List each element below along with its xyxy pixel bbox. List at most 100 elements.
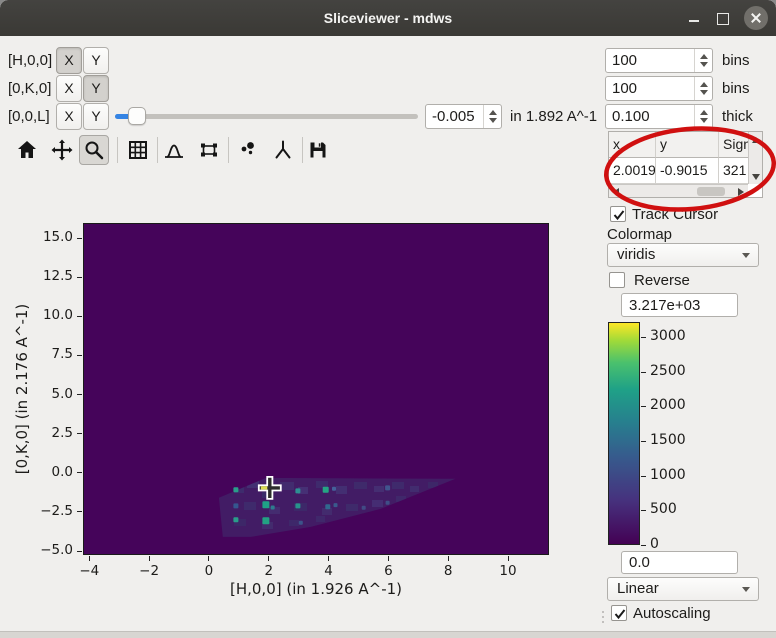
- y-tick-label: 2.5: [52, 425, 73, 441]
- scrollbar-thumb[interactable]: [697, 187, 725, 196]
- slider-handle[interactable]: [128, 107, 146, 125]
- table-header-cell: x: [609, 132, 656, 158]
- signal-peak-pixel: [299, 521, 303, 525]
- zoom-icon[interactable]: [82, 138, 106, 162]
- x-tick-label: 0: [189, 563, 229, 579]
- bins-label-2: bins: [722, 76, 750, 101]
- table-header-cell: Signal: [719, 132, 750, 158]
- colorbar-tick-label: 1500: [650, 432, 686, 448]
- window-title: Sliceviewer - mdws: [0, 0, 776, 36]
- bins-y-spinbox[interactable]: [605, 76, 713, 101]
- sliceviewer-window: Sliceviewer - mdws [H,0,0] X Y [0,K,0] X…: [0, 0, 776, 638]
- splitter-grip[interactable]: [602, 611, 606, 623]
- maximize-button[interactable]: [710, 6, 734, 30]
- y-tick-label: −5.0: [40, 542, 73, 558]
- heatmap-canvas[interactable]: [84, 224, 550, 556]
- chevron-down-icon: [742, 253, 750, 258]
- colorbar-max-field[interactable]: [621, 293, 738, 317]
- heatmap-plot[interactable]: [83, 223, 549, 555]
- autoscaling-checkbox[interactable]: [611, 605, 627, 621]
- colorbar-min-field[interactable]: [621, 551, 738, 574]
- slice-value-input[interactable]: [432, 105, 481, 128]
- colormap-value: viridis: [617, 244, 655, 266]
- cursor-table-header: xySignal: [609, 132, 762, 158]
- signal-peak-pixel: [295, 503, 300, 508]
- reverse-checkbox[interactable]: [609, 272, 625, 288]
- h00-x-button[interactable]: X: [56, 47, 82, 74]
- x-axis-label: [H,0,0] (in 1.926 A^-1): [166, 580, 466, 598]
- scale-dropdown[interactable]: Linear: [607, 577, 759, 601]
- colorbar-tick-label: 0: [650, 536, 659, 552]
- h00-y-button[interactable]: Y: [83, 47, 109, 74]
- y-tick-label: 10.0: [43, 307, 73, 323]
- toolbar-separator: [228, 137, 229, 163]
- toolbar-separator: [117, 137, 118, 163]
- track-cursor-label: Track Cursor: [632, 206, 718, 223]
- x-tick-mark: [388, 556, 389, 561]
- colorbar[interactable]: [608, 322, 640, 545]
- slider-groove[interactable]: [115, 114, 418, 119]
- close-button[interactable]: [744, 6, 768, 30]
- thickness-input[interactable]: [612, 105, 692, 128]
- x-tick-label: 10: [488, 563, 528, 579]
- signal-peak-pixel: [332, 487, 336, 491]
- title-bar[interactable]: Sliceviewer - mdws: [0, 0, 776, 36]
- signal-peak-pixel: [362, 506, 366, 510]
- spin-arrows[interactable]: [694, 105, 712, 128]
- colormap-dropdown[interactable]: viridis: [607, 243, 759, 267]
- grid-icon[interactable]: [126, 138, 150, 162]
- colorbar-tick-label: 3000: [650, 328, 686, 344]
- spin-arrows[interactable]: [483, 105, 501, 128]
- slice-unit-label: in 1.892 A^-1: [510, 104, 597, 129]
- y-tick-mark: [77, 551, 82, 552]
- 0k0-x-button[interactable]: X: [56, 75, 82, 102]
- table-header-cell: y: [656, 132, 719, 158]
- y-tick-mark: [77, 316, 82, 317]
- y-tick-mark: [77, 472, 82, 473]
- bins-x-input[interactable]: [612, 49, 692, 72]
- slice-slider[interactable]: [115, 103, 418, 130]
- table-vertical-scrollbar[interactable]: [748, 132, 762, 184]
- bins-y-input[interactable]: [612, 77, 692, 100]
- slice-value-spinbox[interactable]: [425, 104, 502, 129]
- colorbar-min-input[interactable]: [629, 552, 734, 573]
- signal-peak-pixel: [262, 517, 269, 524]
- region-selection-icon[interactable]: [197, 138, 221, 162]
- reverse-label: Reverse: [634, 272, 690, 289]
- y-tick-label: 12.5: [43, 268, 73, 284]
- signal-peak-pixel: [262, 501, 269, 508]
- 00l-x-button[interactable]: X: [56, 103, 82, 130]
- colorbar-tick-mark: [641, 441, 646, 442]
- x-tick-mark: [508, 556, 509, 561]
- nonorthogonal-axes-icon[interactable]: [271, 138, 295, 162]
- 00l-y-button[interactable]: Y: [83, 103, 109, 130]
- dim-label-h00: [H,0,0]: [8, 47, 52, 74]
- y-tick-mark: [77, 355, 82, 356]
- save-icon[interactable]: [306, 138, 330, 162]
- table-horizontal-scrollbar[interactable]: [609, 184, 748, 197]
- 0k0-y-button[interactable]: Y: [83, 75, 109, 102]
- signal-peak-pixel: [233, 487, 238, 492]
- pan-icon[interactable]: [50, 138, 74, 162]
- y-tick-label: 0.0: [52, 464, 73, 480]
- spin-arrows[interactable]: [694, 49, 712, 72]
- colorbar-tick-label: 2500: [650, 363, 686, 379]
- line-plots-icon[interactable]: [162, 138, 186, 162]
- signal-peak-pixel: [334, 503, 338, 507]
- spin-arrows[interactable]: [694, 77, 712, 100]
- colorbar-max-input[interactable]: [629, 294, 734, 316]
- track-cursor-checkbox[interactable]: [610, 206, 626, 222]
- thickness-spinbox[interactable]: [605, 104, 713, 129]
- dim-label-00l: [0,0,L]: [8, 103, 50, 130]
- dim-label-0k0: [0,K,0]: [8, 75, 51, 102]
- home-icon[interactable]: [15, 138, 39, 162]
- signal-peak-pixel: [233, 503, 238, 508]
- table-value-cell: 2.0019: [609, 158, 656, 184]
- colorbar-tick-label: 1000: [650, 467, 686, 483]
- bins-x-spinbox[interactable]: [605, 48, 713, 73]
- peaks-overlay-icon[interactable]: [236, 138, 260, 162]
- x-tick-label: −2: [129, 563, 169, 579]
- cursor-info-table[interactable]: xySignal 2.0019-0.9015321: [608, 131, 763, 198]
- minimize-button[interactable]: [682, 6, 706, 30]
- y-axis-label: [0,K,0] (in 2.176 A^-1): [13, 304, 31, 475]
